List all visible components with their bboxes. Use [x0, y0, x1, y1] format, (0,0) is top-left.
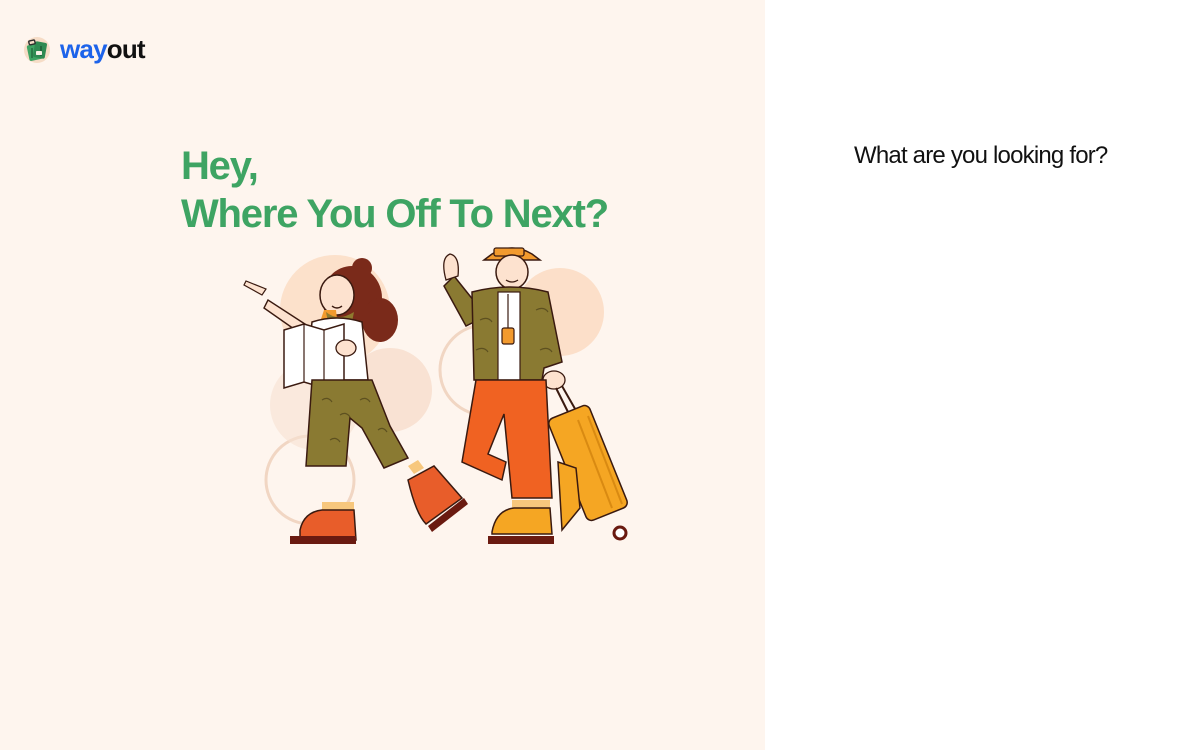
hero-line-1: Hey, [181, 144, 259, 188]
hero-line-2: Where You Off To Next? [181, 192, 609, 236]
logo-text-out: out [106, 34, 146, 64]
logo[interactable]: wayout [22, 34, 146, 64]
suitcase-logo-icon [24, 37, 50, 63]
left-panel: wayout Hey, Where You Off To Next? [0, 0, 765, 750]
right-panel [765, 0, 1200, 750]
question-title: What are you looking for? [854, 142, 1108, 169]
logo-text-way: way [60, 34, 108, 64]
logo-text: wayout [60, 34, 146, 64]
travelers-illustration [243, 247, 628, 544]
hero-headline: Hey, Where You Off To Next? [181, 142, 609, 238]
